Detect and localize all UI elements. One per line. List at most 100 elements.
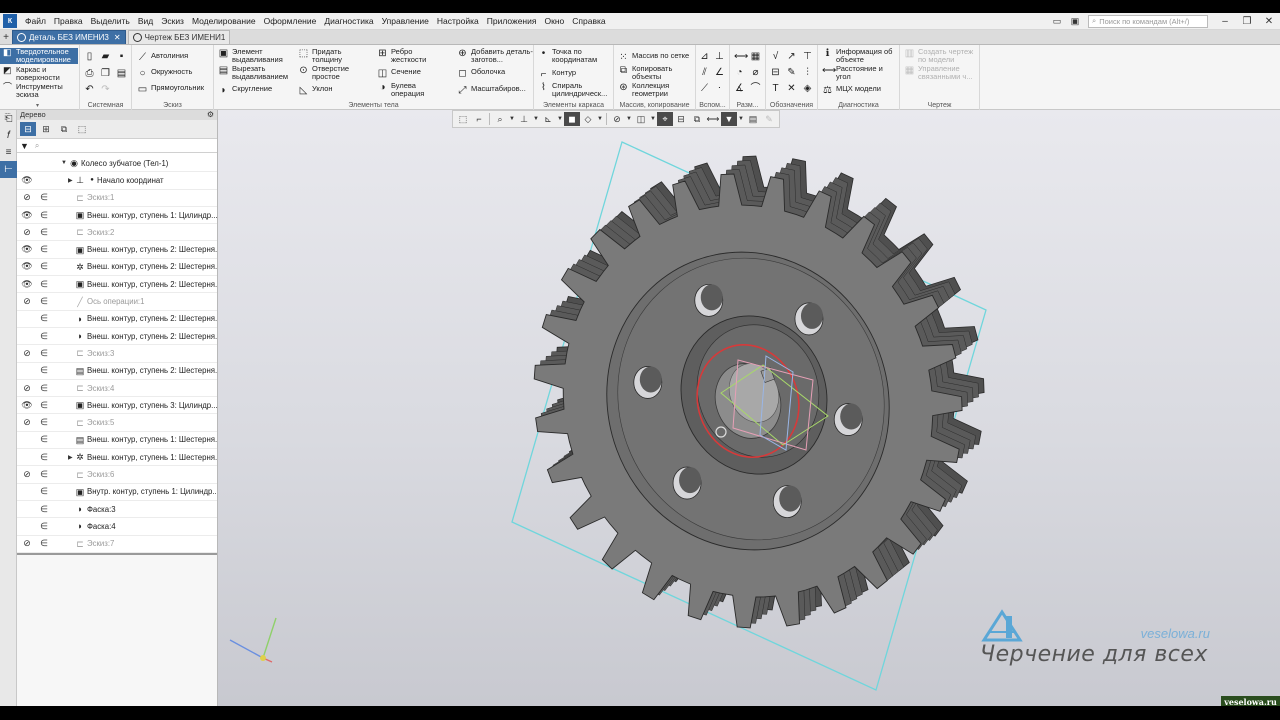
display-mode-menu-icon[interactable]: ▼ [596, 116, 604, 122]
grid-array-button[interactable]: ⁙ Массив по сетке [618, 52, 689, 63]
aux-angle-icon[interactable]: ∠ [714, 67, 725, 78]
restore-button[interactable]: ❐ [1236, 13, 1258, 29]
linear-dim-icon[interactable]: ⟷ [734, 51, 748, 62]
menu-item[interactable]: Управление [378, 16, 433, 26]
base-icon[interactable]: ⊤ [802, 51, 813, 62]
thicken-button[interactable]: ⬚ Придать толщину [298, 48, 352, 63]
tree-row[interactable]: 👁 ∈ ▣ Внеш. контур, ступень 2: Шестерня... [17, 242, 217, 259]
copy-objects-button[interactable]: ⧉ Копировать объекты [618, 65, 680, 80]
cross-icon[interactable]: ✕ [786, 83, 797, 94]
orientation-menu-icon[interactable]: ▼ [532, 116, 540, 122]
open-file-icon[interactable]: ▰ [100, 51, 111, 62]
eye-icon[interactable]: 👁 [21, 244, 33, 255]
layers-icon[interactable]: ⧉ [689, 112, 705, 126]
tree-select-icon[interactable]: ⬚ [74, 122, 90, 136]
tree-row[interactable]: 👁 ∈ ▣ Внеш. контур, ступень 3: Цилиндр... [17, 397, 217, 415]
3d-viewport[interactable]: ⬚ ⌐ ⌕ ▼ ⊥ ▼ ⊾ ▼ ◼ ◇ ▼ ⊘ ▼ ◫ ▼ ⌖ ⊟ ⧉ ⟷ ▼ … [218, 110, 1280, 706]
axes-menu-icon[interactable]: ▼ [556, 116, 564, 122]
tree-row[interactable]: ∈ ◗ Фаска:4 [17, 518, 217, 536]
section-view-icon[interactable]: ◫ [633, 112, 649, 126]
menu-item[interactable]: Диагностика [320, 16, 377, 26]
menu-item[interactable]: Оформление [260, 16, 321, 26]
expand-icon[interactable]: ▶ [68, 454, 73, 461]
app-logo-icon[interactable]: К [3, 14, 17, 28]
tree-row[interactable]: ⊘ ∈ ⊏ Эскиз:7 [17, 536, 217, 553]
tree-row[interactable]: ∈ ◗ Внеш. контур, ступень 2: Шестерня... [17, 328, 217, 346]
tab-drawing-document[interactable]: Чертеж БЕЗ ИМЕНИ1 [127, 30, 231, 44]
tree-filter-input[interactable] [42, 139, 217, 152]
view-orient-icon[interactable]: ⌐ [471, 112, 487, 126]
mode-frame-surfaces[interactable]: ◩ Каркас и поверхности [0, 66, 78, 82]
add-blank-button[interactable]: ⊕ Добавить деталь-заготов... [457, 48, 535, 63]
tree-row[interactable]: ⊘ ∈ ⊏ Эскиз:3 [17, 345, 217, 363]
leader-icon[interactable]: ↗ [786, 51, 797, 62]
mass-properties-button[interactable]: ⚖ МЦХ модели [822, 85, 881, 96]
tree-row[interactable]: 👁 ∈ ▣ Внеш. контур, ступень 1: Цилиндр... [17, 207, 217, 225]
tree-components-icon[interactable]: ⧉ [56, 122, 72, 136]
mode-sketch-tools[interactable]: ⌒ Инструменты эскиза [0, 83, 78, 99]
aux-axis-icon[interactable]: ⊥ [714, 51, 725, 62]
aux-offset-icon[interactable]: ⫽ [699, 67, 710, 78]
tolerance-icon[interactable]: ⊟ [770, 67, 781, 78]
scale-button[interactable]: ⤢ Масштабиров... [457, 85, 526, 96]
minimize-button[interactable]: – [1214, 13, 1236, 29]
rectangle-button[interactable]: ▭ Прямоугольник [137, 84, 204, 95]
menu-item[interactable]: Приложения [483, 16, 541, 26]
print-icon[interactable]: ⎙ [84, 68, 95, 79]
extrude-button[interactable]: ▣ Элемент выдавливания [218, 48, 290, 63]
properties-icon[interactable]: ≡ [0, 144, 17, 161]
arc-dim-icon[interactable]: ⌒ [750, 83, 761, 94]
menu-item[interactable]: Вид [134, 16, 157, 26]
tree-row[interactable]: 👁 ▶ ⊥ ● Начало координат [17, 172, 217, 190]
tree-row[interactable]: 👁 ∈ ▣ Внеш. контур, ступень 2: Шестерня... [17, 276, 217, 294]
orientation-icon[interactable]: ⊥ [516, 112, 532, 126]
menu-item[interactable]: Файл [21, 16, 50, 26]
close-button[interactable]: ✕ [1258, 13, 1280, 29]
contour-button[interactable]: ⌐ Контур [538, 69, 576, 80]
radial-dim-icon[interactable]: ◔ [734, 67, 745, 78]
tree-row[interactable]: ⊘ ∈ ╱ Ось операции:1 [17, 293, 217, 311]
tree-row[interactable]: ⊘ ∈ ⊏ Эскиз:1 [17, 190, 217, 207]
create-drawing-button[interactable]: ▥ Создать чертеж по модели [904, 48, 978, 63]
tree-row[interactable]: ∈ ◗ Фаска:3 [17, 501, 217, 519]
hidden-eye-icon[interactable]: ⊘ [21, 192, 33, 203]
tree-panel-icon[interactable]: ⎗ [0, 110, 17, 127]
menu-item[interactable]: Справка [568, 16, 609, 26]
gear-model-scene[interactable] [218, 110, 1280, 706]
hidden-eye-icon[interactable]: ⊘ [21, 469, 33, 480]
distance-angle-button[interactable]: ⟷ Расстояние и угол [822, 65, 888, 80]
wireframe-mode-icon[interactable]: ◇ [580, 112, 596, 126]
zoom-menu-icon[interactable]: ▼ [508, 116, 516, 122]
aux-point-icon[interactable]: ⋅ [714, 83, 725, 94]
tree-order-icon[interactable]: ⊞ [38, 122, 54, 136]
menu-item[interactable]: Эскиз [157, 16, 188, 26]
draft-button[interactable]: ◺ Уклон [298, 85, 333, 96]
measure-icon[interactable]: ⟷ [705, 112, 721, 126]
text-note-icon[interactable]: T [770, 83, 781, 94]
menu-item[interactable]: Выделить [87, 16, 134, 26]
tree-row[interactable]: ▼ ◉ Колесо зубчатое (Тел-1) [17, 155, 217, 173]
mark-icon[interactable]: ✎ [786, 67, 797, 78]
axes-icon[interactable]: ⊾ [540, 112, 556, 126]
hide-menu-icon[interactable]: ▼ [625, 116, 633, 122]
eye-icon[interactable]: 👁 [21, 279, 33, 290]
undo-icon[interactable]: ↶ [84, 84, 95, 95]
dim-menu-icon[interactable]: ▦ [750, 51, 761, 62]
hide-icon[interactable]: ⊘ [609, 112, 625, 126]
hidden-eye-icon[interactable]: ⊘ [21, 296, 33, 307]
aux-line-icon[interactable]: ⟋ [699, 83, 710, 94]
hidden-eye-icon[interactable]: ⊘ [21, 417, 33, 428]
pen-icon[interactable]: ✎ [761, 112, 777, 126]
boolean-button[interactable]: ◑ Булева операция [377, 82, 431, 97]
expand-icon[interactable]: ▶ [68, 177, 73, 184]
object-info-button[interactable]: ℹ Информация об объекте [822, 48, 898, 63]
table-icon[interactable]: ▤ [745, 112, 761, 126]
point-by-coords-button[interactable]: • Точка по координатам [538, 48, 614, 63]
hidden-eye-icon[interactable]: ⊘ [21, 348, 33, 359]
save-icon[interactable]: ▪ [116, 51, 127, 62]
section-menu-icon[interactable]: ▼ [649, 116, 657, 122]
build-tree-icon[interactable]: ⊢ [0, 161, 17, 178]
mode-solid-modeling[interactable]: ◧ Твердотельное моделирование [0, 48, 78, 64]
window-settings-icon[interactable]: ▣ [1066, 14, 1084, 28]
tree-row[interactable]: ⊘ ∈ ⊏ Эскиз:5 [17, 415, 217, 432]
